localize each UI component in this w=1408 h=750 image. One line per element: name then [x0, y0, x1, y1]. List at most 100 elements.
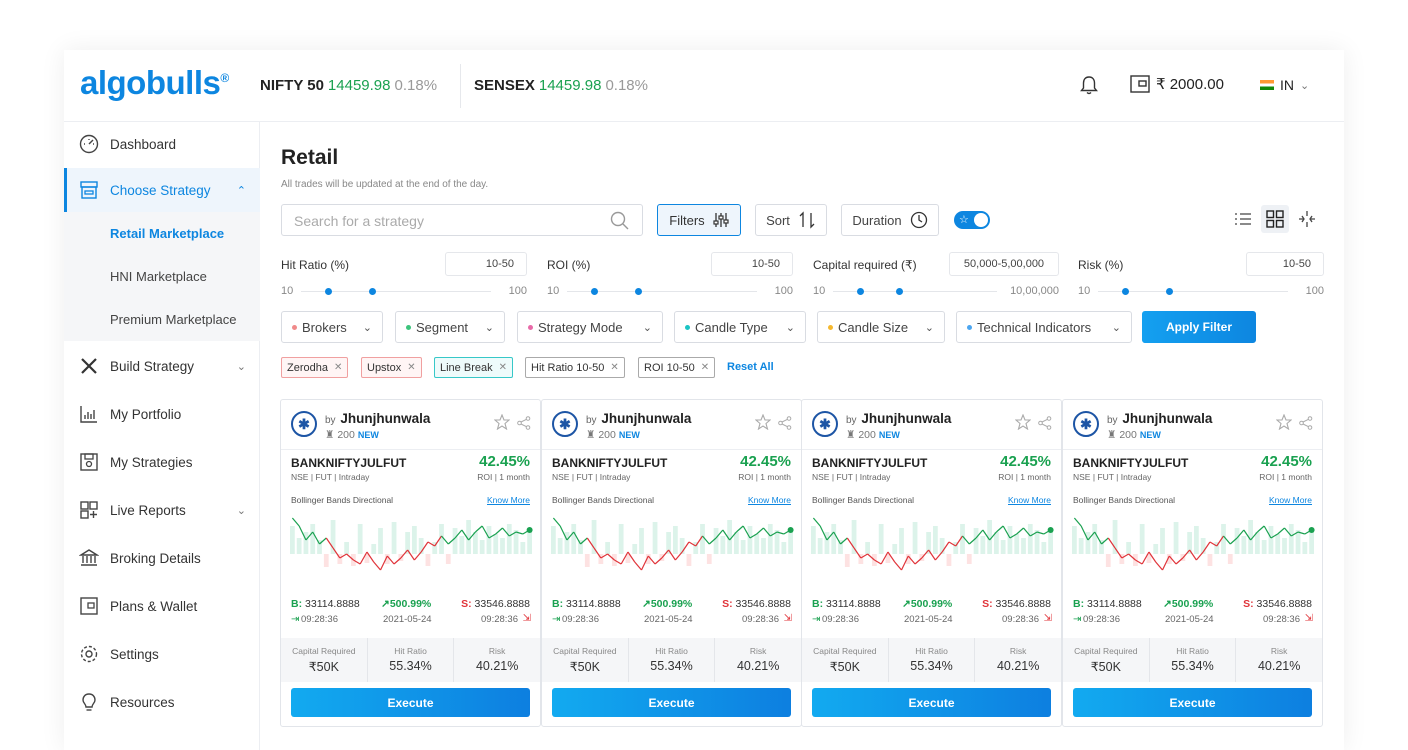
filter-chip-hit-ratio[interactable]: Hit Ratio 10-50 ✕ — [525, 357, 625, 378]
close-icon[interactable]: ✕ — [499, 362, 507, 373]
volume-bar — [1261, 540, 1267, 554]
dropdown-brokers[interactable]: Brokers ⌄ — [281, 311, 383, 343]
filter-chip-roi[interactable]: ROI 10-50 ✕ — [638, 357, 716, 378]
range-handle-min[interactable] — [591, 288, 598, 295]
sidebar-item-resources[interactable]: Resources — [64, 680, 260, 724]
author-name[interactable]: Jhunjhunwala — [1122, 411, 1212, 426]
range-value[interactable]: 10-50 — [445, 252, 527, 276]
author-name[interactable]: Jhunjhunwala — [861, 411, 951, 426]
sidebar-item-my-portfolio[interactable]: My Portfolio — [64, 392, 260, 436]
gain-value: 500.99% — [389, 598, 432, 610]
close-icon[interactable]: ✕ — [610, 362, 618, 373]
filter-chip-upstox[interactable]: Upstox ✕ — [361, 357, 422, 378]
range-handle-max[interactable] — [635, 288, 642, 295]
range-handle-max[interactable] — [896, 288, 903, 295]
strategy-card[interactable]: ✱ by Jhunjhunwala ♜ 200 NEW BANKNIFTYJULF… — [1062, 399, 1323, 727]
sidebar-item-my-strategies[interactable]: My Strategies — [64, 440, 260, 484]
range-handle-max[interactable] — [369, 288, 376, 295]
star-icon[interactable] — [1014, 413, 1032, 435]
range-hit-ratio[interactable]: Hit Ratio (%) 10-50 10 100 — [281, 252, 527, 298]
filter-chip-zerodha[interactable]: Zerodha ✕ — [281, 357, 349, 378]
favorites-toggle[interactable]: ☆ — [954, 211, 990, 229]
author-avatar[interactable]: ✱ — [1073, 411, 1099, 437]
author-name[interactable]: Jhunjhunwala — [340, 411, 430, 426]
dropdown-segment[interactable]: Segment ⌄ — [395, 311, 505, 343]
volume-bar — [605, 542, 610, 554]
sidebar-subitem-retail-marketplace[interactable]: Retail Marketplace — [64, 212, 260, 255]
grid-view-icon[interactable] — [1261, 205, 1289, 233]
range-handle-min[interactable] — [325, 288, 332, 295]
wallet-balance[interactable]: ₹ 2000.00 — [1130, 75, 1224, 93]
filters-button[interactable]: Filters — [657, 204, 741, 236]
share-icon[interactable] — [778, 416, 792, 435]
range-label: ROI (%) — [547, 258, 591, 272]
sidebar-item-choose-strategy[interactable]: Choose Strategy ⌃ — [64, 168, 260, 212]
strategy-card[interactable]: ✱ by Jhunjhunwala ♜ 200 NEW BANKNIFTYJULF… — [541, 399, 802, 727]
dropdown-technical-indicators[interactable]: Technical Indicators ⌄ — [956, 311, 1132, 343]
volume-bar — [584, 554, 590, 567]
author-avatar[interactable]: ✱ — [291, 411, 317, 437]
range-capital-required[interactable]: Capital required (₹) 50,000-5,00,000 10 … — [813, 252, 1059, 298]
duration-button[interactable]: Duration — [841, 204, 939, 236]
sort-button[interactable]: Sort — [755, 204, 827, 236]
range-handle-min[interactable] — [1122, 288, 1129, 295]
author-avatar[interactable]: ✱ — [812, 411, 838, 437]
sidebar-item-broking-details[interactable]: Broking Details — [64, 536, 260, 580]
share-icon[interactable] — [1038, 416, 1052, 435]
strategy-card[interactable]: ✱ by Jhunjhunwala ♜ 200 NEW BANKNIFTYJULF… — [280, 399, 541, 727]
country-selector[interactable]: IN ⌄ — [1260, 77, 1309, 93]
share-icon[interactable] — [517, 416, 531, 435]
execute-button[interactable]: Execute — [552, 688, 791, 717]
sidebar-subitem-premium-marketplace[interactable]: Premium Marketplace — [64, 298, 260, 341]
sidebar-item-live-reports[interactable]: Live Reports ⌄ — [64, 488, 260, 532]
range-value[interactable]: 50,000-5,00,000 — [949, 252, 1059, 276]
close-icon[interactable]: ✕ — [407, 362, 415, 373]
sidebar-item-settings[interactable]: Settings — [64, 632, 260, 676]
compare-icon[interactable] — [1298, 210, 1316, 233]
know-more-link[interactable]: Know More — [748, 495, 791, 505]
search-input[interactable]: Search for a strategy — [281, 204, 643, 236]
trend-up-icon: ↗ — [381, 598, 390, 610]
dropdown-candle-size[interactable]: Candle Size ⌄ — [817, 311, 945, 343]
know-more-link[interactable]: Know More — [1008, 495, 1051, 505]
dropdown-strategy-mode[interactable]: Strategy Mode ⌄ — [517, 311, 663, 343]
sidebar-subitem-hni-marketplace[interactable]: HNI Marketplace — [64, 255, 260, 298]
range-roi[interactable]: ROI (%) 10-50 10 100 — [547, 252, 793, 298]
range-value[interactable]: 10-50 — [1246, 252, 1324, 276]
sidebar-item-plans-wallet[interactable]: Plans & Wallet — [64, 584, 260, 628]
author-name[interactable]: Jhunjhunwala — [601, 411, 691, 426]
star-icon[interactable] — [1275, 413, 1293, 435]
author-line: by Jhunjhunwala — [325, 411, 430, 426]
volume-bar — [831, 524, 837, 554]
range-handle-min[interactable] — [857, 288, 864, 295]
share-icon[interactable] — [1299, 416, 1313, 435]
range-risk[interactable]: Risk (%) 10-50 10 100 — [1078, 252, 1324, 298]
reset-all-link[interactable]: Reset All — [727, 361, 774, 373]
logo[interactable]: algobulls® — [80, 64, 229, 102]
strategy-card[interactable]: ✱ by Jhunjhunwala ♜ 200 NEW BANKNIFTYJULF… — [801, 399, 1062, 727]
sidebar-item-dashboard[interactable]: Dashboard — [64, 122, 260, 166]
close-icon[interactable]: ✕ — [701, 362, 709, 373]
close-icon[interactable]: ✕ — [334, 362, 342, 373]
star-icon[interactable] — [493, 413, 511, 435]
apply-filter-button[interactable]: Apply Filter — [1142, 311, 1256, 343]
bell-icon[interactable] — [1080, 75, 1098, 100]
know-more-link[interactable]: Know More — [1269, 495, 1312, 505]
dropdown-candle-type[interactable]: Candle Type ⌄ — [674, 311, 806, 343]
list-view-icon[interactable] — [1234, 210, 1252, 233]
range-value[interactable]: 10-50 — [711, 252, 793, 276]
star-icon[interactable] — [754, 413, 772, 435]
volume-bar — [1268, 526, 1274, 554]
volume-bar — [520, 542, 526, 554]
trade-date: 2021-05-24 — [904, 614, 953, 625]
execute-button[interactable]: Execute — [291, 688, 530, 717]
execute-button[interactable]: Execute — [812, 688, 1051, 717]
know-more-link[interactable]: Know More — [487, 495, 530, 505]
sidebar-item-build-strategy[interactable]: Build Strategy ⌄ — [64, 344, 260, 388]
author-avatar[interactable]: ✱ — [552, 411, 578, 437]
execute-button[interactable]: Execute — [1073, 688, 1312, 717]
range-handle-max[interactable] — [1166, 288, 1173, 295]
filter-chip-line-break[interactable]: Line Break ✕ — [434, 357, 513, 378]
trade-date: 2021-05-24 — [383, 614, 432, 625]
sliders-icon — [713, 213, 729, 227]
